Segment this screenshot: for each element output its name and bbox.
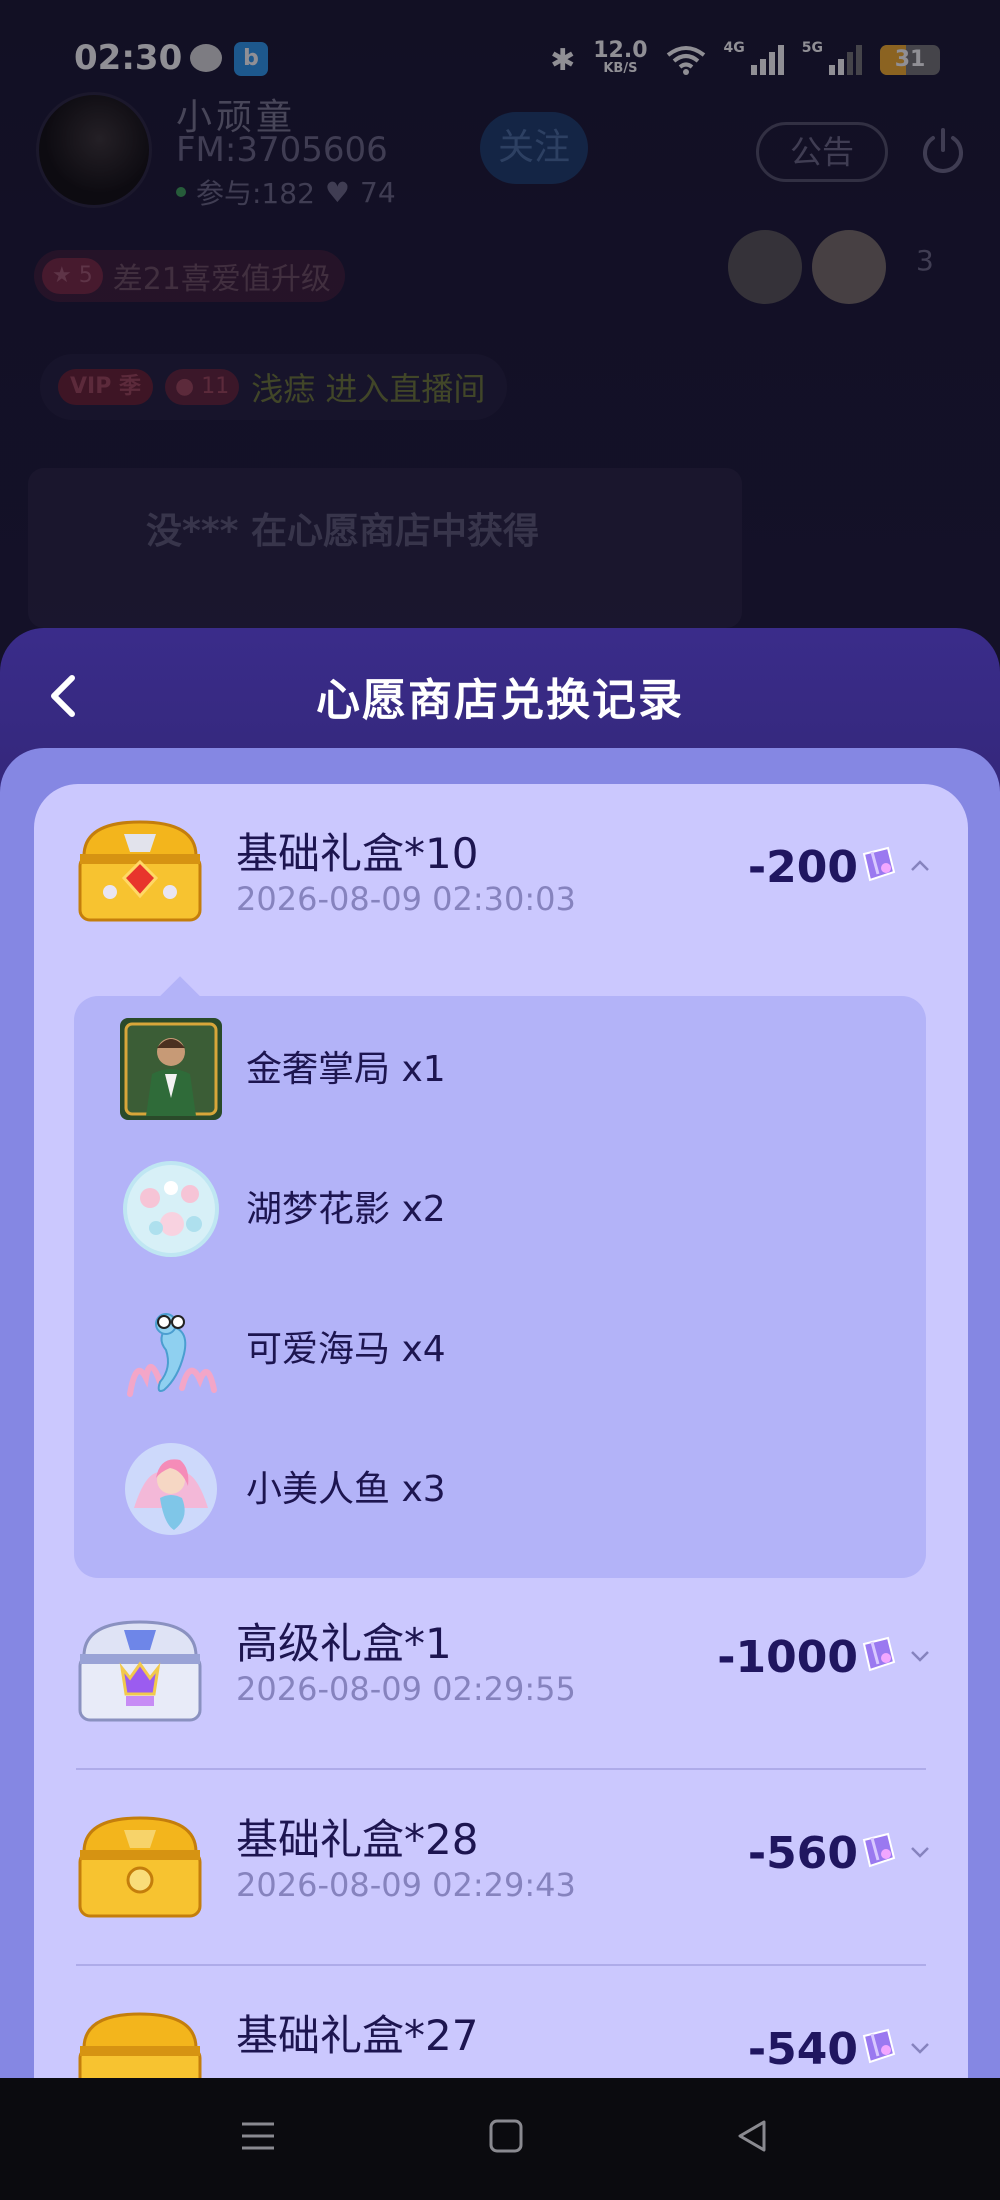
record-title: 基础礼盒*10 [236,829,479,878]
chevron-down-icon[interactable] [910,1650,930,1662]
gold-gift-box-icon [78,1816,202,1918]
record-title: 基础礼盒*28 [236,1815,479,1864]
gift-name: 金奢掌局 x1 [246,1049,446,1090]
record-item[interactable]: 高级礼盒*1 2026-08-09 02:29:55 -1000 [34,1584,968,1774]
sheet-title: 心愿商店兑换记录 [316,675,684,726]
record-item[interactable]: 基础礼盒*28 2026-08-09 02:29:43 -560 [34,1780,968,1970]
gift-item: 可爱海马 x4 [74,1276,926,1416]
chevron-up-icon[interactable] [910,860,930,872]
gold-gift-box-icon [78,820,202,922]
record-amount: -1000 [717,1632,858,1683]
back-icon[interactable] [734,2118,770,2154]
record-amount: -540 [747,2024,858,2075]
gift-name: 湖梦花影 x2 [246,1189,446,1230]
record-item[interactable]: 基础礼盒*27 -540 [34,1976,968,2078]
gold-gift-box-icon [78,2012,202,2078]
flower-orb-gift-thumbnail [123,1161,219,1257]
divider [76,1768,926,1770]
gift-item: 湖梦花影 x2 [74,1136,926,1276]
record-amount: -560 [747,1828,858,1879]
mermaid-gift-thumbnail [125,1443,217,1535]
gift-item: 小美人鱼 x3 [74,1416,926,1556]
puzzle-currency-icon [862,1832,896,1868]
record-list[interactable]: 基础礼盒*10 2026-08-09 02:30:03 -200 金奢掌局 x1… [34,784,968,2078]
sheet-body: 基础礼盒*10 2026-08-09 02:30:03 -200 金奢掌局 x1… [0,748,1000,2078]
home-icon[interactable] [488,2118,524,2154]
silver-gift-box-icon [78,1620,202,1722]
gentleman-gift-thumbnail [120,1018,222,1120]
record-title: 高级礼盒*1 [236,1619,452,1668]
gift-name: 小美人鱼 x3 [246,1469,446,1510]
record-time: 2026-08-09 02:29:43 [236,1866,576,1904]
puzzle-currency-icon [862,1636,896,1672]
chevron-down-icon[interactable] [910,2042,930,2054]
seahorse-gift-thumbnail [127,1313,217,1397]
gift-item: 金奢掌局 x1 [74,996,926,1136]
record-time: 2026-08-09 02:29:55 [236,1670,576,1708]
record-amount: -200 [747,842,858,893]
gift-name: 可爱海马 x4 [246,1329,446,1370]
record-item[interactable]: 基础礼盒*10 2026-08-09 02:30:03 -200 [34,784,968,974]
menu-icon[interactable] [240,2118,276,2154]
divider [76,1964,926,1966]
puzzle-currency-icon [862,846,896,882]
gift-detail-panel: 金奢掌局 x1 湖梦花影 x2 可爱海马 x4 小美人鱼 x3 [74,976,926,1578]
chevron-down-icon[interactable] [910,1846,930,1858]
exchange-record-sheet: 心愿商店兑换记录 基础礼盒*10 2026-08-09 02:30:03 -20… [0,628,1000,2078]
system-nav-bar [0,2078,1000,2200]
record-title: 基础礼盒*27 [236,2011,479,2060]
record-time: 2026-08-09 02:30:03 [236,880,576,918]
puzzle-currency-icon [862,2028,896,2064]
